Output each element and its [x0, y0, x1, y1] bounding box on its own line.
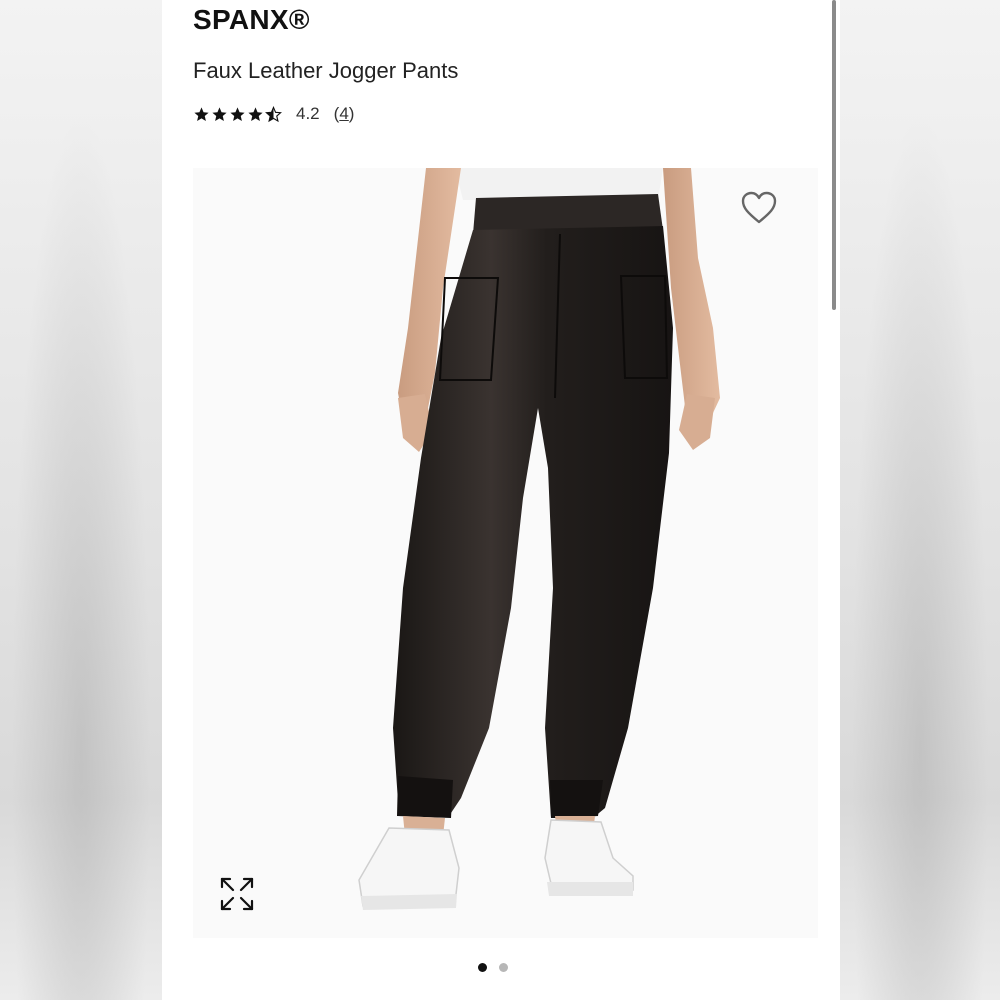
product-panel: SPANX® Faux Leather Jogger Pants 4.2 (4): [162, 0, 840, 1000]
favorite-heart-icon[interactable]: [740, 190, 778, 226]
star-icon: [212, 106, 227, 121]
backdrop-right: [840, 0, 1000, 1000]
star-icon: [230, 106, 245, 121]
star-icon: [248, 106, 263, 121]
rating-stars: [193, 105, 282, 123]
expand-arrows-icon[interactable]: [219, 876, 255, 912]
carousel-dot[interactable]: [499, 963, 508, 972]
review-count[interactable]: (4): [334, 104, 355, 124]
scrollbar-thumb[interactable]: [832, 0, 836, 310]
product-title: Faux Leather Jogger Pants: [193, 58, 459, 83]
carousel-pagination: [478, 963, 508, 972]
product-rating[interactable]: 4.2 (4): [193, 103, 354, 125]
star-icon: [194, 106, 209, 121]
brand-name[interactable]: SPANX®: [193, 4, 310, 36]
rating-value: 4.2: [296, 104, 320, 123]
backdrop-left: [0, 0, 162, 1000]
partial-star-icon: [265, 105, 282, 122]
carousel-dot-active[interactable]: [478, 963, 487, 972]
product-image[interactable]: [193, 168, 818, 938]
